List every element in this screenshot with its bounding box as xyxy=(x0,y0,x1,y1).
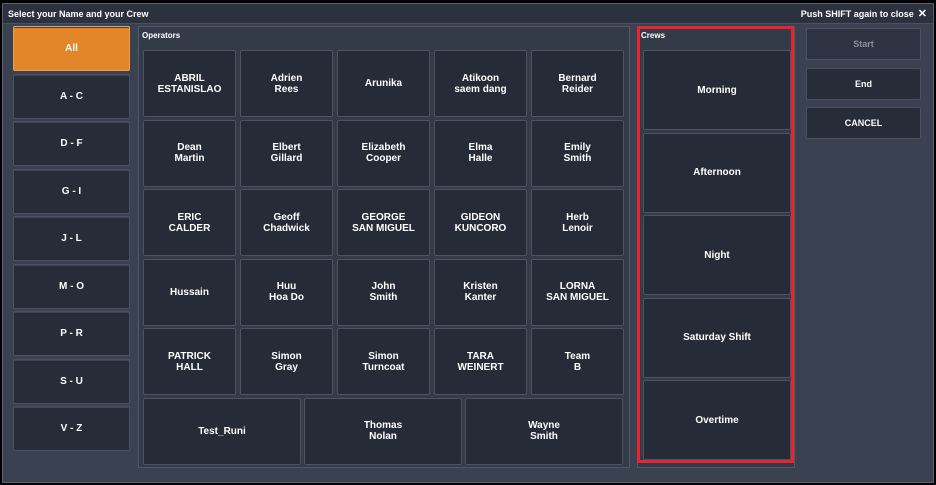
letter-filter-m-o[interactable]: M - O xyxy=(13,263,130,309)
letter-filter-a-c[interactable]: A - C xyxy=(13,73,130,119)
operator-button[interactable]: LORNA SAN MIGUEL xyxy=(531,258,624,326)
operator-button[interactable]: Atikoon saem dang xyxy=(434,50,527,117)
operator-button[interactable]: Emily Smith xyxy=(531,119,624,187)
crew-button-morning[interactable]: Morning xyxy=(643,50,791,130)
close-button[interactable]: Push SHIFT again to close ✕ xyxy=(800,8,927,19)
operator-button[interactable]: TARA WEINERT xyxy=(434,328,527,395)
operator-button[interactable]: ERIC CALDER xyxy=(143,189,236,256)
close-icon[interactable]: ✕ xyxy=(918,8,927,19)
operator-button[interactable]: GEORGE SAN MIGUEL xyxy=(337,189,430,256)
operator-button[interactable]: ABRIL ESTANISLAO xyxy=(143,50,236,117)
crew-button-night[interactable]: Night xyxy=(643,215,791,295)
operator-button[interactable]: Elizabeth Cooper xyxy=(337,119,430,187)
operator-button[interactable]: GIDEON KUNCORO xyxy=(434,189,527,256)
window-title: Select your Name and your Crew xyxy=(8,9,149,19)
operator-button[interactable]: Hussain xyxy=(143,258,236,326)
operator-button[interactable]: Arunika xyxy=(337,50,430,117)
letter-filter-g-i[interactable]: G - I xyxy=(13,168,130,214)
crew-button-saturday-shift[interactable]: Saturday Shift xyxy=(643,297,791,378)
operator-button[interactable]: Thomas Nolan xyxy=(304,397,462,465)
crews-panel-title: Crews xyxy=(641,31,666,40)
operator-button[interactable]: Team B xyxy=(531,328,624,395)
start-button[interactable]: Start xyxy=(806,28,921,60)
operator-button[interactable]: John Smith xyxy=(337,258,430,326)
operators-panel: Operators ABRIL ESTANISLAO Adrien Rees Aru… xyxy=(138,26,630,468)
letter-filter-all[interactable]: All xyxy=(13,26,130,71)
operator-button[interactable]: Kristen Kanter xyxy=(434,258,527,326)
close-hint-label: Push SHIFT again to close xyxy=(800,9,914,19)
letter-filter-v-z[interactable]: V - Z xyxy=(13,406,130,451)
cancel-button[interactable]: CANCEL xyxy=(806,107,921,139)
crew-button-overtime[interactable]: Overtime xyxy=(643,380,791,460)
letter-filter-j-l[interactable]: J - L xyxy=(13,216,130,261)
operator-button[interactable]: Elbert Gillard xyxy=(240,119,333,187)
letter-filter-column: All A - CD - FG - IJ - LM - OP - RS - UV … xyxy=(13,26,130,460)
operators-panel-title: Operators xyxy=(142,31,181,40)
crew-button-afternoon[interactable]: Afternoon xyxy=(643,132,791,213)
operator-button[interactable]: Herb Lenoir xyxy=(531,189,624,256)
operator-button[interactable]: Simon Turncoat xyxy=(337,328,430,395)
letter-filter-p-r[interactable]: P - R xyxy=(13,311,130,356)
operator-button[interactable]: PATRICK HALL xyxy=(143,328,236,395)
title-bar: Select your Name and your Crew Push SHIF… xyxy=(3,4,933,24)
operator-button[interactable]: Bernard Reider xyxy=(531,50,624,117)
operator-button[interactable]: Wayne Smith xyxy=(465,397,623,465)
operator-button[interactable]: Test_Runi xyxy=(143,397,301,465)
crews-panel: Crews Morning Afternoon Night Saturday Shif… xyxy=(637,26,795,468)
operator-button[interactable]: Huu Hoa Do xyxy=(240,258,333,326)
end-button[interactable]: End xyxy=(806,68,921,100)
letter-filter-d-f[interactable]: D - F xyxy=(13,121,130,166)
operator-button[interactable]: Dean Martin xyxy=(143,119,236,187)
operator-button[interactable]: Adrien Rees xyxy=(240,50,333,117)
operator-button[interactable]: Simon Gray xyxy=(240,328,333,395)
operator-button[interactable]: Geoff Chadwick xyxy=(240,189,333,256)
operator-button[interactable]: Elma Halle xyxy=(434,119,527,187)
letter-filter-s-u[interactable]: S - U xyxy=(13,358,130,404)
